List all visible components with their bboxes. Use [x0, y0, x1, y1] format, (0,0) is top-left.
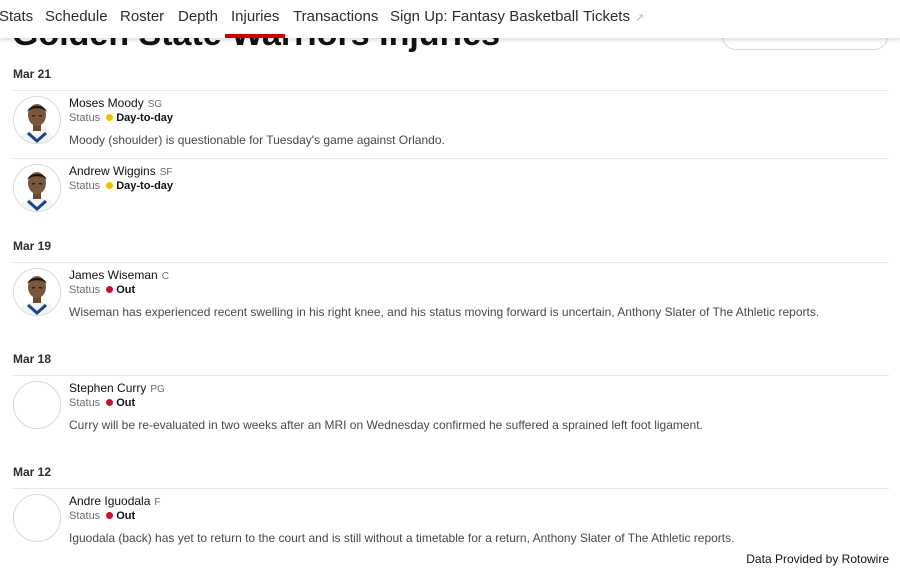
- status-label: Status: [69, 510, 101, 522]
- injury-note: Curry will be re-evaluated in two weeks …: [69, 418, 703, 432]
- status-line: Status Out: [69, 397, 135, 409]
- tab-roster[interactable]: Roster: [120, 0, 164, 38]
- player-avatar[interactable]: [13, 96, 61, 144]
- tab-tickets-label: Tickets: [583, 8, 630, 25]
- tab-transactions[interactable]: Transactions: [293, 0, 378, 38]
- injury-note: Wiseman has experienced recent swelling …: [69, 305, 820, 319]
- row-divider: [13, 488, 889, 489]
- player-avatar[interactable]: [13, 268, 61, 316]
- player-name-row: Andre Iguodala F: [69, 494, 161, 508]
- date-heading: Mar 19: [13, 239, 52, 253]
- tab-schedule[interactable]: Schedule: [45, 0, 108, 38]
- player-name-link[interactable]: Andre Iguodala: [69, 494, 150, 508]
- status-value: Out: [116, 284, 136, 296]
- injury-note: Iguodala (back) has yet to return to the…: [69, 531, 735, 545]
- status-dot-icon: [106, 114, 114, 121]
- player-avatar[interactable]: [13, 164, 61, 212]
- player-position: SF: [159, 167, 173, 178]
- status-value: Out: [116, 397, 136, 409]
- player-position: SG: [147, 99, 163, 110]
- status-label: Status: [69, 180, 101, 192]
- tab-stats[interactable]: Stats: [0, 0, 33, 38]
- status-dot-icon: [106, 286, 114, 293]
- player-position: F: [154, 497, 161, 508]
- player-headshot-icon: [14, 165, 60, 211]
- player-name-link[interactable]: Moses Moody: [69, 96, 144, 110]
- status-dot-icon: [106, 399, 114, 406]
- status-label: Status: [69, 397, 101, 409]
- status-value: Out: [116, 510, 136, 522]
- player-name-link[interactable]: Stephen Curry: [69, 381, 146, 395]
- status-line: Status Out: [69, 284, 135, 296]
- status-line: Status Day-to-day: [69, 112, 173, 124]
- row-divider: [13, 262, 889, 263]
- date-heading: Mar 21: [13, 67, 52, 81]
- player-avatar[interactable]: [13, 494, 61, 542]
- player-headshot-icon: [14, 269, 60, 315]
- status-line: Status Day-to-day: [69, 180, 173, 192]
- player-position: PG: [150, 384, 165, 395]
- player-name-link[interactable]: Andrew Wiggins: [69, 164, 156, 178]
- tab-fantasy-signup[interactable]: Sign Up: Fantasy Basketball: [390, 0, 578, 38]
- status-label: Status: [69, 284, 101, 296]
- player-name-row: Andrew Wiggins SF: [69, 164, 172, 178]
- row-divider: [13, 375, 889, 376]
- team-nav-bar: Stats Schedule Roster Depth Injuries Tra…: [0, 0, 900, 38]
- player-name-row: Moses Moody SG: [69, 96, 162, 110]
- status-label: Status: [69, 112, 101, 124]
- player-position: C: [161, 271, 169, 282]
- injury-note: Moody (shoulder) is questionable for Tue…: [69, 133, 445, 147]
- status-dot-icon: [106, 512, 114, 519]
- player-name-link[interactable]: James Wiseman: [69, 268, 158, 282]
- row-divider: [13, 90, 889, 91]
- status-value: Day-to-day: [116, 180, 174, 192]
- tab-injuries[interactable]: Injuries: [224, 0, 286, 38]
- date-heading: Mar 12: [13, 465, 52, 479]
- player-name-row: James Wiseman C: [69, 268, 169, 282]
- status-dot-icon: [106, 182, 114, 189]
- player-name-row: Stephen Curry PG: [69, 381, 165, 395]
- status-value: Day-to-day: [116, 112, 174, 124]
- data-provider-credit: Data Provided by Rotowire: [746, 552, 889, 566]
- tab-depth[interactable]: Depth: [178, 0, 218, 38]
- external-link-icon: ↗: [634, 12, 645, 24]
- tab-tickets[interactable]: Tickets ↗: [583, 0, 644, 38]
- date-heading: Mar 18: [13, 352, 52, 366]
- player-avatar[interactable]: [13, 381, 61, 429]
- status-line: Status Out: [69, 510, 135, 522]
- player-headshot-icon: [14, 97, 60, 143]
- row-divider: [13, 158, 889, 159]
